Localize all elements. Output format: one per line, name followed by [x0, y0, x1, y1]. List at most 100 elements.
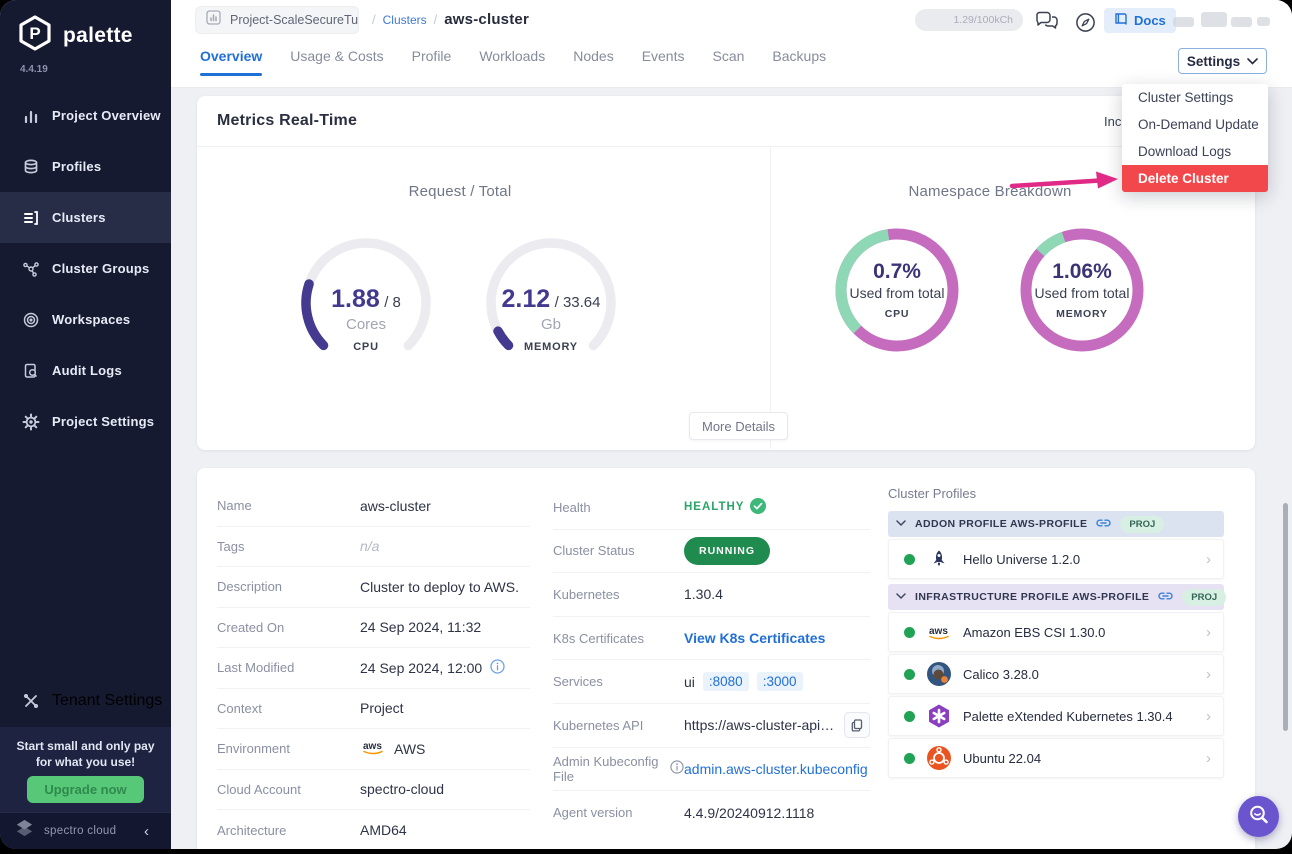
docs-button[interactable]: Docs [1104, 8, 1176, 33]
menu-item-download-logs[interactable]: Download Logs [1122, 138, 1268, 165]
chevron-right-icon: › [1206, 624, 1211, 641]
tab-events[interactable]: Events [642, 48, 685, 76]
pack-status-dot [904, 753, 915, 764]
memory-namespace-donut: 1.06% Used from total MEMORY [1018, 226, 1146, 354]
palette-logo-icon: P [16, 14, 54, 57]
service-name: ui [684, 674, 695, 690]
namespace-breakdown-title: Namespace Breakdown [860, 183, 1120, 200]
detail-row: Created On24 Sep 2024, 11:32 [217, 608, 530, 649]
settings-button[interactable]: Settings [1178, 48, 1267, 74]
addon-profile-header[interactable]: ADDON PROFILE AWS-PROFILE PROJ [888, 511, 1224, 537]
kubeconfig-download-link[interactable]: admin.aws-cluster.kubeconfig [684, 761, 868, 777]
sidebar-footer: spectro cloud ‹ [0, 812, 171, 849]
divider [197, 146, 1255, 147]
tab-overview[interactable]: Overview [200, 48, 262, 76]
sidebar-item-label: Workspaces [52, 312, 130, 327]
sidebar-item-clusters[interactable]: Clusters [0, 192, 171, 243]
cluster-list-icon [22, 209, 40, 227]
detail-value: aws AWS [360, 739, 530, 759]
service-port-link[interactable]: :8080 [703, 672, 749, 691]
gauge-unit: Cores [296, 316, 436, 333]
sidebar-item-label: Project Overview [52, 108, 161, 123]
sidebar-item-audit-logs[interactable]: Audit Logs [0, 345, 171, 396]
compass-icon[interactable] [1075, 12, 1096, 38]
cluster-profiles-panel: Cluster Profiles ADDON PROFILE AWS-PROFI… [888, 486, 1224, 778]
divider [770, 147, 771, 449]
promo-text: Start small and only pay for what you us… [0, 727, 171, 770]
status-row: Kubernetes 1.30.4 [553, 573, 870, 617]
detail-value: n/a [360, 538, 530, 554]
chevron-right-icon: › [1206, 750, 1211, 767]
metrics-card: Metrics Real-Time Incl Request / Total N… [197, 96, 1255, 450]
upgrade-now-button[interactable]: Upgrade now [27, 776, 144, 803]
scrollbar-thumb[interactable] [1283, 503, 1288, 731]
breadcrumb: / Clusters / aws-cluster [372, 11, 529, 28]
spectro-cloud-logo-icon [14, 818, 35, 844]
tab-workloads[interactable]: Workloads [479, 48, 545, 76]
view-certificates-link[interactable]: View K8s Certificates [684, 630, 825, 646]
menu-item-cluster-settings[interactable]: Cluster Settings [1122, 84, 1268, 111]
breadcrumb-clusters-link[interactable]: Clusters [383, 13, 427, 27]
running-status-badge[interactable]: RUNNING [684, 537, 770, 565]
tab-scan[interactable]: Scan [713, 48, 745, 76]
ubuntu-icon [926, 745, 952, 771]
tab-backups[interactable]: Backups [772, 48, 826, 76]
sidebar: P palette 4.4.19 Project Overview Profil… [0, 0, 171, 849]
sidebar-item-project-overview[interactable]: Project Overview [0, 90, 171, 141]
breadcrumb-separator: / [372, 12, 376, 27]
info-icon[interactable] [670, 760, 684, 777]
pack-row-palette-extended-kubernetes[interactable]: Palette eXtended Kubernetes 1.30.4 › [888, 696, 1224, 736]
pack-row-ubuntu[interactable]: Ubuntu 22.04 › [888, 738, 1224, 778]
sidebar-nav: Project Overview Profiles Clusters Clust… [0, 90, 171, 447]
pxk-hexagon-icon [926, 703, 952, 729]
help-search-fab[interactable] [1238, 796, 1279, 837]
tab-profile[interactable]: Profile [412, 48, 452, 76]
pack-row-calico[interactable]: Calico 3.28.0 › [888, 654, 1224, 694]
cpu-namespace-donut: 0.7% Used from total CPU [833, 226, 961, 354]
metrics-title: Metrics Real-Time [217, 112, 357, 130]
cluster-status-column: Health HEALTHY Cluster Status RUNNING Ku… [553, 486, 870, 835]
sidebar-item-project-settings[interactable]: Project Settings [0, 396, 171, 447]
donut-percent: 0.7% [833, 260, 961, 284]
gauge-value: 2.12 / 33.64 [481, 285, 621, 314]
pack-row-amazon-ebs-csi[interactable]: aws Amazon EBS CSI 1.30.0 › [888, 612, 1224, 652]
aws-icon: aws [926, 619, 952, 645]
breadcrumb-separator: / [434, 12, 438, 27]
chat-icon[interactable] [1035, 11, 1059, 36]
cluster-info-column: Nameaws-cluster Tagsn/a DescriptionClust… [217, 486, 530, 849]
bar-chart-icon [22, 107, 40, 125]
nodes-graph-icon [22, 260, 40, 278]
menu-item-delete-cluster[interactable]: Delete Cluster [1122, 165, 1268, 192]
tab-nodes[interactable]: Nodes [573, 48, 613, 76]
service-port-link[interactable]: :3000 [757, 672, 803, 691]
cpu-gauge: 1.88 / 8 Cores CPU [296, 233, 436, 373]
app-version: 4.4.19 [20, 64, 48, 75]
sidebar-item-tenant-settings[interactable]: Tenant Settings [0, 676, 171, 726]
detail-row: DescriptionCluster to deploy to AWS. [217, 567, 530, 608]
more-details-button[interactable]: More Details [689, 412, 788, 440]
project-chart-icon [206, 10, 221, 30]
collapse-sidebar-button[interactable]: ‹ [144, 823, 149, 840]
detail-value: 24 Sep 2024, 12:00 [360, 659, 530, 677]
brand-logo[interactable]: P palette [16, 14, 133, 57]
info-icon[interactable] [490, 659, 505, 677]
donut-percent: 1.06% [1018, 260, 1146, 284]
settings-dropdown-menu: Cluster Settings On-Demand Update Downlo… [1122, 84, 1268, 192]
project-selector[interactable]: Project-ScaleSecureTutoria [195, 6, 359, 34]
sidebar-item-cluster-groups[interactable]: Cluster Groups [0, 243, 171, 294]
check-circle-icon [750, 498, 766, 517]
menu-item-on-demand-update[interactable]: On-Demand Update [1122, 111, 1268, 138]
detail-row: ContextProject [217, 689, 530, 730]
copy-button[interactable] [844, 712, 870, 738]
pack-row-hello-universe[interactable]: Hello Universe 1.2.0 › [888, 539, 1224, 579]
kubernetes-version: 1.30.4 [684, 586, 870, 602]
sidebar-item-workspaces[interactable]: Workspaces [0, 294, 171, 345]
settings-button-label: Settings [1187, 54, 1240, 69]
infrastructure-profile-header[interactable]: INFRASTRUCTURE PROFILE AWS-PROFILE PROJ [888, 584, 1224, 610]
tab-usage-costs[interactable]: Usage & Costs [290, 48, 383, 76]
link-icon [1096, 515, 1111, 533]
donut-caption: Used from total [1018, 285, 1146, 301]
sidebar-item-profiles[interactable]: Profiles [0, 141, 171, 192]
detail-row: Environment aws AWS [217, 729, 530, 770]
memory-gauge: 2.12 / 33.64 Gb MEMORY [481, 233, 621, 373]
